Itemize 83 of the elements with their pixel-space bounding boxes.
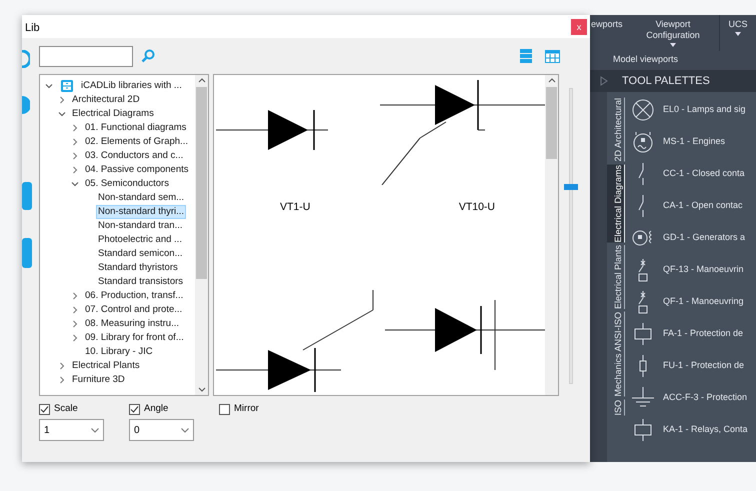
chevron-right-icon[interactable]	[71, 138, 79, 146]
palette-item[interactable]: QF-1 - Manoeuvring	[663, 295, 744, 309]
tree-item[interactable]: 08. Measuring instru...	[83, 317, 181, 331]
tree-item[interactable]: 04. Passive components	[83, 163, 191, 177]
chevron-down-icon	[91, 428, 99, 433]
tree-item[interactable]: Standard thyristors	[96, 261, 180, 275]
slider-thumb[interactable]	[564, 184, 578, 190]
tool-icon[interactable]	[22, 96, 30, 114]
palette-item[interactable]: FU-1 - Protection de	[663, 359, 744, 373]
tree-item[interactable]: 05. Semiconductors	[83, 177, 171, 191]
checkbox[interactable]	[219, 404, 230, 415]
chevron-right-icon[interactable]	[71, 124, 79, 132]
value-select[interactable]: 1	[39, 419, 104, 442]
tree-item[interactable]: 01. Functional diagrams	[83, 121, 188, 135]
chevron-down-icon[interactable]	[71, 180, 79, 188]
option-label: Angle	[144, 402, 168, 416]
expand-arrow-icon[interactable]	[600, 76, 608, 86]
checkbox[interactable]	[39, 404, 50, 415]
scale-slider[interactable]	[564, 88, 578, 384]
grid-view-icon[interactable]	[545, 50, 560, 62]
ribbon-group-label: Model viewports	[612, 53, 680, 65]
motor-symbol-icon[interactable]	[631, 130, 655, 154]
palette-item[interactable]: FA-1 - Protection de	[663, 327, 744, 341]
tree-item[interactable]: 06. Production, transf...	[83, 289, 186, 303]
dialog-title: Lib	[24, 20, 40, 36]
tree-item[interactable]: Photoelectric and ...	[96, 233, 184, 247]
tree-item[interactable]: Non-standard sem...	[96, 191, 186, 205]
chevron-down-icon[interactable]	[58, 110, 66, 118]
tree-item[interactable]: 07. Control and prote...	[83, 303, 184, 317]
palette-title: TOOL PALETTES	[622, 74, 710, 89]
palette-item[interactable]: CC-1 - Closed conta	[663, 167, 745, 181]
tree-item[interactable]: Standard transistors	[96, 275, 186, 289]
checkbox[interactable]	[129, 404, 140, 415]
tree-item[interactable]: Electrical Plants	[70, 359, 142, 373]
tree-item[interactable]: Electrical Diagrams	[70, 107, 156, 121]
close-button[interactable]: x	[571, 19, 587, 35]
chevron-right-icon[interactable]	[71, 334, 79, 342]
chevron-down-icon[interactable]	[45, 82, 53, 90]
symbol-label: VT10-U	[458, 200, 495, 215]
list-view-icon[interactable]	[520, 49, 532, 63]
preview-scrollbar[interactable]	[545, 75, 558, 395]
chevron-down-icon	[181, 428, 189, 433]
tree-item[interactable]: 02. Elements of Graph...	[83, 135, 190, 149]
palette-item[interactable]: QF-13 - Manoeuvrin	[663, 263, 744, 277]
palette-item[interactable]: ACC-F-3 - Protection	[663, 391, 748, 405]
tree-item[interactable]: Standard semicon...	[96, 247, 184, 261]
scroll-thumb[interactable]	[196, 87, 207, 279]
lamp-symbol-icon[interactable]	[631, 98, 655, 122]
tool-icon[interactable]	[22, 50, 30, 68]
palette-item[interactable]: MS-1 - Engines	[663, 135, 726, 149]
tree-item[interactable]: 10. Library - JIC	[83, 345, 155, 359]
search-icon[interactable]	[141, 49, 155, 63]
ribbon-button[interactable]: ewports	[590, 15, 627, 51]
chevron-right-icon[interactable]	[71, 306, 79, 314]
option-label: Scale	[54, 402, 78, 416]
tree-item[interactable]: Architectural 2D	[70, 93, 142, 107]
chevron-right-icon[interactable]	[71, 166, 79, 174]
palette-item[interactable]: GD-1 - Generators a	[663, 231, 746, 245]
palette-item[interactable]: CA-1 - Open contac	[663, 199, 743, 213]
tree-scrollbar[interactable]	[195, 75, 208, 395]
cabinet-icon	[60, 79, 74, 93]
chevron-right-icon[interactable]	[58, 362, 66, 370]
tree-item[interactable]: Non-standard thyri...	[96, 205, 186, 219]
scroll-thumb[interactable]	[546, 87, 557, 159]
palette-tab[interactable]: Electrical Diagrams	[607, 164, 625, 242]
ribbon-button[interactable]: Viewport Configuration	[627, 15, 719, 51]
symbol-label: VT1-U	[280, 200, 310, 215]
palette-item[interactable]: EL0 - Lamps and sig	[663, 103, 746, 117]
chevron-right-icon[interactable]	[71, 292, 79, 300]
tree-item[interactable]: 09. Library for front of...	[83, 331, 186, 345]
tree-item[interactable]: iCADLib libraries with ...	[79, 79, 184, 93]
ribbon-button[interactable]: UCS	[719, 15, 756, 51]
option-label: Mirror	[234, 402, 259, 416]
tree-item[interactable]: 03. Conductors and c...	[83, 149, 186, 163]
chevron-right-icon[interactable]	[58, 96, 66, 104]
palette-item[interactable]: KA-1 - Relays, Conta	[663, 423, 748, 437]
tree-item[interactable]: Furniture 3D	[70, 373, 127, 387]
value-select[interactable]: 0	[129, 419, 194, 442]
chevron-right-icon[interactable]	[71, 320, 79, 328]
chevron-right-icon[interactable]	[58, 376, 66, 384]
tree-item[interactable]: Non-standard tran...	[96, 219, 184, 233]
chevron-right-icon[interactable]	[71, 152, 79, 160]
search-field[interactable]	[39, 46, 133, 66]
